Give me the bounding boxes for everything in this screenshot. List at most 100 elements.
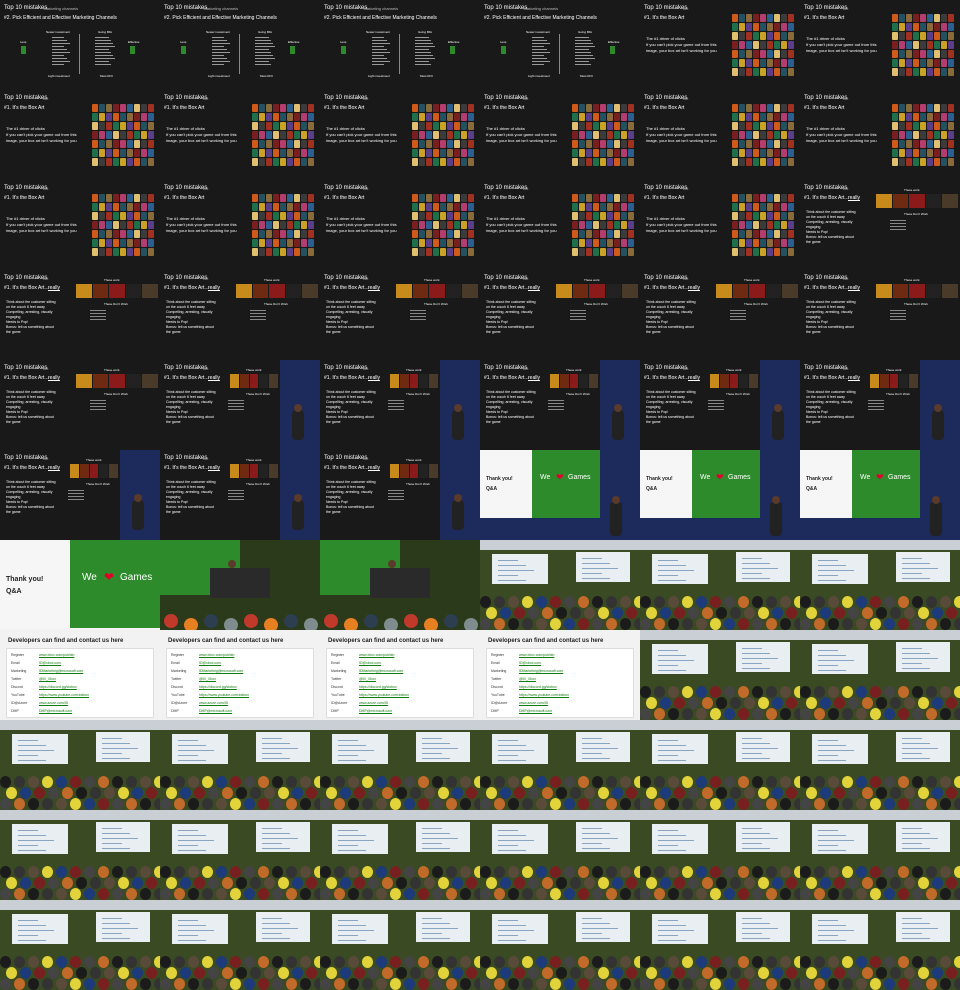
contact-link[interactable]: https://discord.gg/idxbox: [519, 685, 557, 689]
screen-text-line: [818, 755, 838, 756]
these-work-label: These work: [264, 278, 280, 282]
contact-link[interactable]: IDMarketing@microsoft.com: [39, 669, 83, 673]
contact-link[interactable]: www.xbox.com/publish: [39, 653, 74, 657]
box-art-tile: [892, 32, 898, 40]
contact-link[interactable]: ID@xbox.com: [359, 661, 381, 665]
contact-link[interactable]: @ID_Xbox: [359, 677, 376, 681]
bullet-item: Bonus: tell us something about: [326, 325, 374, 329]
audience-member: [954, 596, 960, 608]
box-art-tile: [732, 41, 738, 49]
contact-link[interactable]: https://discord.gg/idxbox: [199, 685, 237, 689]
box-art-tile: [134, 113, 140, 121]
contact-link[interactable]: DMP@microsoft.com: [359, 709, 392, 713]
contact-link[interactable]: IDMarketing@microsoft.com: [519, 669, 563, 673]
contact-link[interactable]: https://discord.gg/idxbox: [39, 685, 77, 689]
box-art-tile: [572, 230, 578, 238]
contact-link[interactable]: IDMarketing@microsoft.com: [199, 669, 243, 673]
box-art-tile: [440, 149, 446, 157]
we-text: We: [860, 474, 871, 481]
contact-link[interactable]: IDMarketing@microsoft.com: [359, 669, 403, 673]
contact-link[interactable]: @ID_Xbox: [39, 677, 56, 681]
contact-link[interactable]: www.azure.com/ID: [39, 701, 68, 705]
contact-link[interactable]: www.azure.com/ID: [199, 701, 228, 705]
audience-member: [598, 787, 609, 799]
contact-link[interactable]: https://www.youtube.com/idxbox: [199, 693, 249, 697]
box-art-tile: [906, 113, 912, 121]
screen-text-line: [582, 933, 602, 934]
box-art-tile: [899, 50, 905, 58]
audience-member: [56, 888, 67, 900]
box-art-tile: [614, 122, 620, 130]
audience-member: [710, 978, 721, 990]
screen-text-line: [658, 750, 694, 751]
contact-link[interactable]: https://www.youtube.com/idxbox: [359, 693, 409, 697]
audience-member: [862, 787, 873, 799]
box-art-tile: [287, 131, 293, 139]
box-art-tile: [927, 41, 933, 49]
audience-member: [104, 877, 115, 889]
screen-text-line: [422, 743, 450, 744]
box-art-tile: [607, 104, 613, 112]
box-art-tile: [412, 239, 418, 247]
audience-member: [814, 978, 825, 990]
video-frame-thumbnail: [0, 720, 160, 810]
contact-link[interactable]: DMP@microsoft.com: [39, 709, 72, 713]
box-art-tile: [579, 122, 585, 130]
box-art-tile: [426, 248, 432, 256]
box-art-tile: [913, 104, 919, 112]
screen-text-line: [178, 750, 214, 751]
box-art-tile: [719, 374, 729, 388]
contact-link[interactable]: ID@xbox.com: [519, 661, 541, 665]
box-art-tile: [739, 239, 745, 247]
screen-text-line: [902, 568, 938, 569]
bullet-item: on the couch 6 feet away: [166, 485, 205, 489]
box-art-tile: [294, 212, 300, 220]
contact-link[interactable]: www.azure.com/ID: [359, 701, 388, 705]
contact-link[interactable]: https://www.youtube.com/idxbox: [519, 693, 569, 697]
projection-screen: [652, 734, 708, 764]
box-art-tile: [148, 140, 154, 148]
box-art-mosaic: [92, 194, 154, 256]
contact-link[interactable]: https://www.youtube.com/idxbox: [39, 693, 89, 697]
audience-member: [208, 787, 219, 799]
box-art-tile: [760, 104, 766, 112]
box-art-tile: [760, 203, 766, 211]
contact-link[interactable]: @ID_Xbox: [199, 677, 216, 681]
contact-link[interactable]: DMP@microsoft.com: [519, 709, 552, 713]
contact-link[interactable]: ID@xbox.com: [39, 661, 61, 665]
box-art-tile: [927, 140, 933, 148]
audience-member: [606, 978, 617, 990]
screen-text-line: [742, 923, 770, 924]
audience-member: [578, 888, 589, 900]
bullet-item: engaging: [806, 315, 821, 319]
contact-link[interactable]: DMP@microsoft.com: [199, 709, 232, 713]
contact-link[interactable]: ID@xbox.com: [199, 661, 221, 665]
audience-member: [898, 888, 909, 900]
box-art-tile: [461, 140, 467, 148]
box-art-tile: [788, 248, 794, 256]
audience-member: [0, 798, 11, 810]
box-art-tile: [920, 68, 926, 76]
screen-text-line: [338, 755, 358, 756]
audience-member: [834, 607, 845, 619]
contact-link[interactable]: www.xbox.com/publish: [199, 653, 234, 657]
contact-label: Twitter: [491, 677, 502, 681]
box-art-tile: [141, 230, 147, 238]
contact-link[interactable]: www.azure.com/ID: [519, 701, 548, 705]
box-art-tile: [781, 68, 787, 76]
box-art-tile: [739, 158, 745, 166]
bullet-item: engaging: [166, 495, 181, 499]
audience-member: [112, 978, 123, 990]
thanks-title: Thank you!: [646, 476, 673, 482]
screen-text-line: [658, 940, 686, 941]
box-art-tile: [141, 203, 147, 211]
screen-text-line: [902, 648, 922, 649]
box-art-tile: [927, 23, 933, 31]
projection-screen: [736, 912, 790, 942]
contact-link[interactable]: https://discord.gg/idxbox: [359, 685, 397, 689]
contact-link[interactable]: www.xbox.com/publish: [359, 653, 394, 657]
contact-link[interactable]: www.xbox.com/publish: [519, 653, 554, 657]
contact-link[interactable]: @ID_Xbox: [519, 677, 536, 681]
video-frame-thumbnail: [640, 630, 800, 720]
box-art-tile: [948, 122, 954, 130]
